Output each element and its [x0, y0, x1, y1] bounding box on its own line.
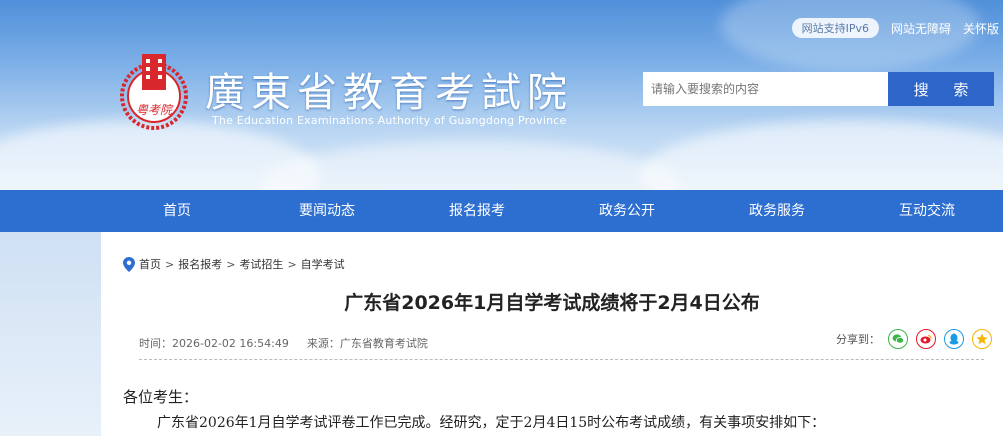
weibo-icon[interactable]: [916, 329, 936, 349]
article-meta: 时间：2026-02-02 16:54:49 来源：广东省教育考试院: [139, 335, 428, 351]
qzone-star-icon[interactable]: [972, 329, 992, 349]
publish-time: 时间：2026-02-02 16:54:49: [139, 337, 289, 350]
location-pin-icon: [123, 256, 135, 272]
breadcrumb-item[interactable]: 首页: [139, 256, 161, 272]
article-panel: 首页 > 报名报考 > 考试招生 > 自学考试 广东省2026年1月自学考试成绩…: [101, 232, 1003, 436]
article-greeting: 各位考生：: [123, 388, 199, 406]
wechat-icon[interactable]: [888, 329, 908, 349]
nav-news[interactable]: 要闻动态: [252, 190, 402, 232]
nav-government-affairs[interactable]: 政务公开: [552, 190, 702, 232]
qq-icon[interactable]: [944, 329, 964, 349]
site-logo[interactable]: 粤考院: [118, 50, 190, 132]
article-title: 广东省2026年1月自学考试成绩将于2月4日公布: [344, 292, 760, 314]
article-paragraph: 广东省2026年1月自学考试评卷工作已完成。经研究，定于2月4日15时公布考试成…: [157, 415, 826, 431]
accessibility-link[interactable]: 网站无障碍: [891, 20, 951, 37]
breadcrumb-separator: >: [287, 257, 297, 271]
meta-divider: [139, 359, 984, 360]
search-box: 搜 索: [643, 72, 994, 106]
top-links: 网站支持IPv6 网站无障碍 关怀版: [791, 18, 1003, 38]
logo-text: 粤考院: [136, 103, 174, 117]
breadcrumb-item[interactable]: 考试招生: [239, 256, 283, 272]
breadcrumb-separator: >: [165, 257, 175, 271]
search-input[interactable]: [643, 72, 888, 106]
share-label: 分享到：: [836, 333, 880, 346]
main-nav: 首页 要闻动态 报名报考 政务公开 政务服务 互动交流: [0, 190, 1003, 232]
search-button[interactable]: 搜 索: [888, 72, 994, 106]
nav-registration[interactable]: 报名报考: [402, 190, 552, 232]
nav-interaction[interactable]: 互动交流: [852, 190, 1002, 232]
nav-home[interactable]: 首页: [102, 190, 252, 232]
breadcrumb-separator: >: [226, 257, 236, 271]
breadcrumb: 首页 > 报名报考 > 考试招生 > 自学考试: [123, 256, 345, 272]
breadcrumb-item[interactable]: 报名报考: [178, 256, 222, 272]
site-header: 网站支持IPv6 网站无障碍 关怀版 粤考院 廣東省教育考試院 The Educ…: [0, 0, 1003, 190]
cloud-decoration: [640, 120, 1003, 190]
site-subtitle: The Education Examinations Authority of …: [212, 114, 567, 127]
ipv6-badge: 网站支持IPv6: [791, 18, 879, 38]
article-source: 来源：广东省教育考试院: [306, 337, 428, 350]
site-title: 廣東省教育考試院: [205, 70, 573, 116]
breadcrumb-item[interactable]: 自学考试: [301, 256, 345, 272]
care-mode-link[interactable]: 关怀版: [963, 20, 999, 37]
nav-government-services[interactable]: 政务服务: [702, 190, 852, 232]
share-bar: 分享到：: [836, 329, 992, 349]
cloud-decoration: [260, 140, 680, 190]
